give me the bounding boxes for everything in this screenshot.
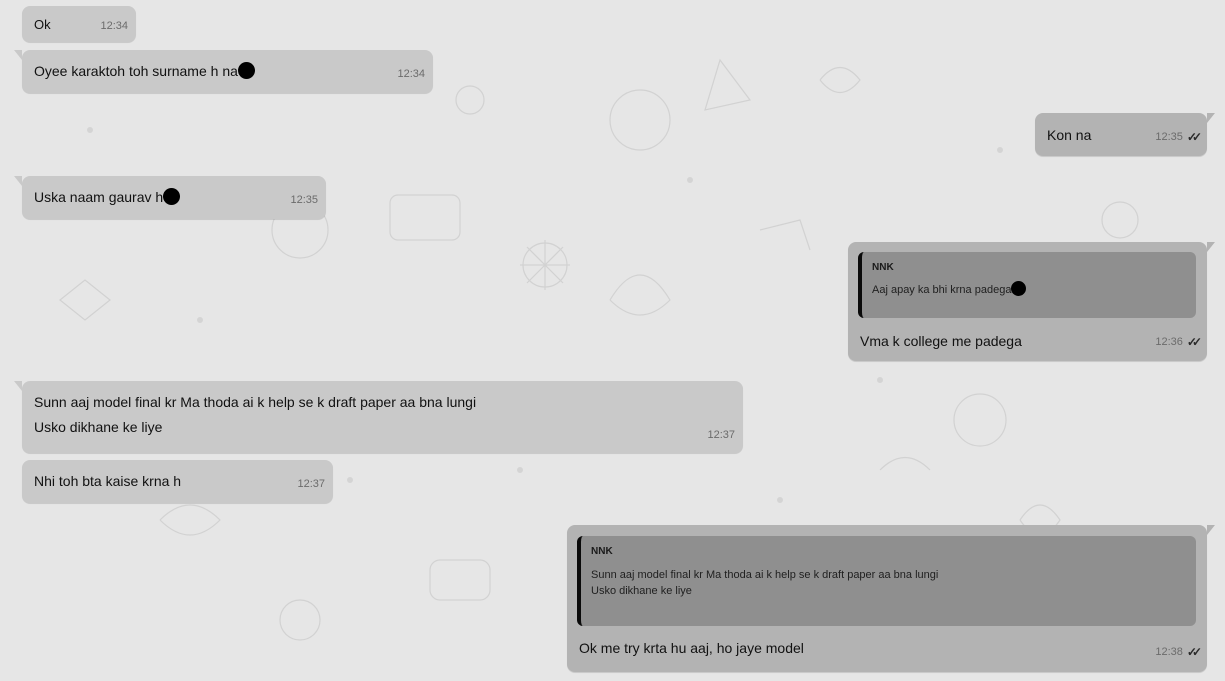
message-time: 12:36 xyxy=(1155,336,1183,348)
message-text: Vma k college me padega xyxy=(860,333,1022,349)
quoted-author: NNK xyxy=(591,546,613,557)
message-bubble-incoming[interactable]: Nhi toh bta kaise krna h 12:37 xyxy=(22,460,333,503)
emoji-icon xyxy=(237,62,255,79)
message-text: Ok me try krta hu aaj, ho jaye model xyxy=(579,640,804,656)
quoted-message[interactable]: NNK Aaj apay ka bhi krna padega xyxy=(858,252,1196,318)
message-time: 12:34 xyxy=(100,20,128,32)
quoted-text: Aaj apay ka bhi krna padega xyxy=(872,284,1012,296)
message-text-line: Usko dikhane ke liye xyxy=(34,419,163,435)
quoted-text-line: Sunn aaj model final kr Ma thoda ai k he… xyxy=(591,569,939,581)
message-text: Ok xyxy=(34,17,51,32)
message-meta: 12:38 ✓✓ xyxy=(1155,643,1202,662)
message-text-line: Sunn aaj model final kr Ma thoda ai k he… xyxy=(34,394,477,410)
message-time: 12:37 xyxy=(297,478,325,490)
message-time: 12:34 xyxy=(397,68,425,80)
quoted-author: NNK xyxy=(872,262,894,273)
message-bubble-incoming[interactable]: Uska naam gaurav h 12:35 xyxy=(14,176,326,219)
quoted-message[interactable]: NNK Sunn aaj model final kr Ma thoda ai … xyxy=(577,536,1196,626)
double-check-icon: ✓✓ xyxy=(1186,335,1202,349)
emoji-icon xyxy=(163,188,181,205)
message-time: 12:35 xyxy=(1155,131,1183,143)
message-meta: 12:36 ✓✓ xyxy=(1155,333,1202,352)
message-text: Oyee karaktoh toh surname h na xyxy=(34,63,238,79)
quoted-text-line: Usko dikhane ke liye xyxy=(591,585,692,597)
message-bubble-incoming[interactable]: Ok 12:34 xyxy=(22,6,136,42)
message-time: 12:38 xyxy=(1155,646,1183,658)
message-text: Uska naam gaurav h xyxy=(34,189,164,205)
message-bubble-outgoing-reply[interactable]: NNK Sunn aaj model final kr Ma thoda ai … xyxy=(567,525,1215,672)
message-bubble-outgoing[interactable]: Kon na 12:35 ✓✓ xyxy=(1035,113,1215,156)
message-text: Nhi toh bta kaise krna h xyxy=(34,473,182,489)
message-text: Kon na xyxy=(1047,127,1092,143)
message-time: 12:37 xyxy=(707,429,735,441)
double-check-icon: ✓✓ xyxy=(1186,645,1202,659)
message-meta: 12:35 ✓✓ xyxy=(1155,128,1202,147)
message-time: 12:35 xyxy=(290,194,318,206)
message-bubble-incoming[interactable]: Oyee karaktoh toh surname h na 12:34 xyxy=(14,50,433,93)
double-check-icon: ✓✓ xyxy=(1186,130,1202,144)
message-bubble-outgoing-reply[interactable]: NNK Aaj apay ka bhi krna padega Vma k co… xyxy=(848,242,1215,361)
message-bubble-incoming[interactable]: Sunn aaj model final kr Ma thoda ai k he… xyxy=(14,381,743,453)
emoji-icon xyxy=(1011,281,1027,296)
